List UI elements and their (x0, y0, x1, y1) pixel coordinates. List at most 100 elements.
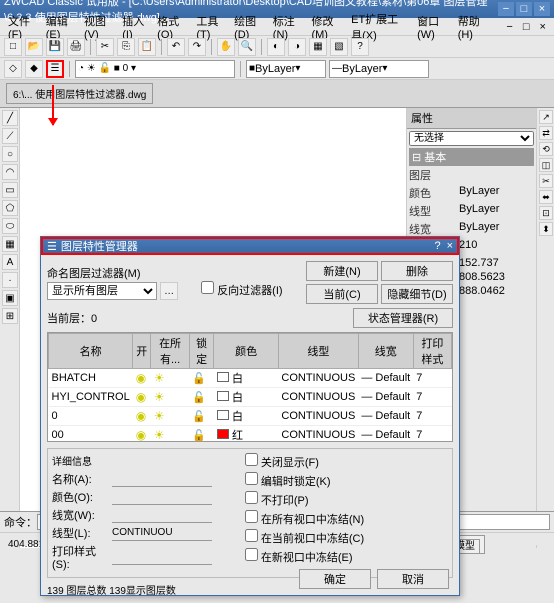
layer-props-icon[interactable]: ☰ (46, 60, 64, 78)
grid-col[interactable]: 名称 (49, 334, 133, 369)
menu-view[interactable]: 视图(V) (80, 13, 116, 41)
mod-e-icon[interactable]: ✂ (539, 174, 553, 188)
pan-icon[interactable]: ✋ (217, 38, 235, 56)
mod-d-icon[interactable]: ◫ (539, 158, 553, 172)
detail-lt-input[interactable] (112, 525, 212, 541)
line-icon[interactable]: ╱ (2, 110, 18, 126)
grid-col[interactable]: 在所有... (151, 334, 190, 369)
layer-grid[interactable]: 名称开在所有...锁定颜色线型线宽打印样式 BHATCH◉☀🔓 白CONTINU… (47, 332, 453, 442)
new-layer-button[interactable]: 新建(N) (306, 261, 378, 281)
arc-icon[interactable]: ◠ (2, 164, 18, 180)
mod-f-icon[interactable]: ⬌ (539, 190, 553, 204)
circle-icon[interactable]: ○ (2, 146, 18, 162)
doc-max-icon[interactable]: □ (519, 21, 534, 33)
paste-icon[interactable]: 📋 (138, 38, 156, 56)
ok-button[interactable]: 确定 (299, 569, 371, 589)
invert-filter-check[interactable]: 反向过滤器(I) (201, 285, 282, 297)
poly-icon[interactable]: ⬠ (2, 200, 18, 216)
layer-b-icon[interactable]: ◆ (25, 60, 43, 78)
print-icon[interactable]: 🖨 (67, 38, 85, 56)
mod-g-icon[interactable]: ⊡ (539, 206, 553, 220)
prop-row[interactable]: 颜色ByLayer (409, 184, 534, 202)
detail-opt[interactable]: 在新视口中冻结(E) (245, 548, 364, 565)
menu-format[interactable]: 格式(O) (153, 13, 190, 41)
grid-col[interactable]: 锁定 (189, 334, 214, 369)
dialog-close-icon[interactable]: × (447, 240, 453, 252)
doc-tab[interactable]: 6:\... 使用图层特性过滤器.dwg (6, 83, 153, 104)
table-icon[interactable]: ⊞ (2, 308, 18, 324)
tool-d-icon[interactable]: ▧ (330, 38, 348, 56)
detail-opt[interactable]: 关闭显示(F) (245, 453, 364, 470)
grid-col[interactable]: 开 (133, 334, 151, 369)
undo-icon[interactable]: ↶ (167, 38, 185, 56)
minimize-button[interactable]: − (498, 2, 514, 16)
ellipse-icon[interactable]: ⬭ (2, 218, 18, 234)
menu-file[interactable]: 文件(F) (4, 13, 40, 41)
detail-opt[interactable]: 在所有视口中冻结(N) (245, 510, 364, 527)
text-icon[interactable]: A (2, 254, 18, 270)
grid-col[interactable]: 颜色 (214, 334, 278, 369)
mod-c-icon[interactable]: ⟲ (539, 142, 553, 156)
copy-icon[interactable]: ⎘ (117, 38, 135, 56)
detail-opt[interactable]: 不打印(P) (245, 491, 364, 508)
hatch-icon[interactable]: ▦ (2, 236, 18, 252)
current-layer-button[interactable]: 当前(C) (306, 284, 378, 304)
mod-a-icon[interactable]: ↗ (539, 110, 553, 124)
menu-modify[interactable]: 修改(M) (307, 13, 345, 41)
doc-close-icon[interactable]: × (536, 21, 550, 33)
filter-edit-button[interactable]: … (160, 282, 178, 300)
cancel-button[interactable]: 取消 (377, 569, 449, 589)
menu-edit[interactable]: 编辑(E) (42, 13, 78, 41)
doc-min-icon[interactable]: − (502, 21, 516, 33)
tool-c-icon[interactable]: ▦ (309, 38, 327, 56)
new-icon[interactable]: □ (4, 38, 22, 56)
menu-tools[interactable]: 工具(T) (192, 13, 228, 41)
zoom-icon[interactable]: 🔍 (238, 38, 256, 56)
grid-col[interactable]: 打印样式 (413, 334, 451, 369)
hide-detail-button[interactable]: 隐藏细节(D) (381, 284, 453, 304)
menu-insert[interactable]: 插入(I) (118, 13, 151, 41)
selection-combo[interactable]: 无选择 (409, 131, 534, 146)
maximize-button[interactable]: □ (516, 2, 532, 16)
detail-opt[interactable]: 在当前视口中冻结(C) (245, 529, 364, 546)
detail-color-input[interactable] (112, 489, 212, 505)
redo-icon[interactable]: ↷ (188, 38, 206, 56)
drawing-area[interactable]: ☰ 图层特性管理器 ? × 命名图层过滤器(M) 显示所有图层 … 反向过滤器(… (20, 108, 406, 548)
tool-a-icon[interactable]: ◐ (267, 38, 285, 56)
prop-row[interactable]: 图层 (409, 166, 534, 184)
filter-select[interactable]: 显示所有图层 (47, 282, 157, 300)
layer-row[interactable]: BHATCH◉☀🔓 白CONTINUOUS— Default7 (49, 369, 452, 388)
menu-window[interactable]: 窗口(W) (413, 13, 452, 41)
layer-a-icon[interactable]: ◇ (4, 60, 22, 78)
color-combo[interactable]: ■ ByLayer ▾ (246, 60, 326, 78)
detail-opt[interactable]: 编辑时锁定(K) (245, 472, 364, 489)
menu-dim[interactable]: 标注(N) (269, 13, 306, 41)
help-icon[interactable]: ? (351, 38, 369, 56)
grid-col[interactable]: 线型 (278, 334, 358, 369)
pline-icon[interactable]: ⟋ (2, 128, 18, 144)
layer-combo[interactable]: ◔ ☀ 🔓 ■ 0 ▾ (75, 60, 235, 78)
close-button[interactable]: × (534, 2, 550, 16)
tool-b-icon[interactable]: ◑ (288, 38, 306, 56)
dialog-help-icon[interactable]: ? (434, 240, 440, 252)
layer-row[interactable]: HYI_CONTROL◉☀🔓 白CONTINUOUS— Default7 (49, 388, 452, 407)
mod-b-icon[interactable]: ⇄ (539, 126, 553, 140)
menu-help[interactable]: 帮助(H) (454, 13, 491, 41)
prop-row[interactable]: 线型ByLayer (409, 202, 534, 220)
cut-icon[interactable]: ✂ (96, 38, 114, 56)
detail-ps-input[interactable] (112, 549, 212, 565)
linetype-combo[interactable]: — ByLayer ▾ (329, 60, 429, 78)
rect-icon[interactable]: ▭ (2, 182, 18, 198)
grid-col[interactable]: 线宽 (358, 334, 413, 369)
mod-h-icon[interactable]: ⬍ (539, 222, 553, 236)
state-mgr-button[interactable]: 状态管理器(R) (353, 308, 453, 328)
detail-lw-input[interactable] (112, 507, 212, 523)
point-icon[interactable]: · (2, 272, 18, 288)
delete-layer-button[interactable]: 删除 (381, 261, 453, 281)
layer-row[interactable]: 00◉☀🔓 红CONTINUOUS— Default7 (49, 426, 452, 443)
save-icon[interactable]: 💾 (46, 38, 64, 56)
layer-row[interactable]: 0◉☀🔓 白CONTINUOUS— Default7 (49, 407, 452, 426)
block-icon[interactable]: ▣ (2, 290, 18, 306)
menu-draw[interactable]: 绘图(D) (230, 13, 267, 41)
open-icon[interactable]: 📂 (25, 38, 43, 56)
